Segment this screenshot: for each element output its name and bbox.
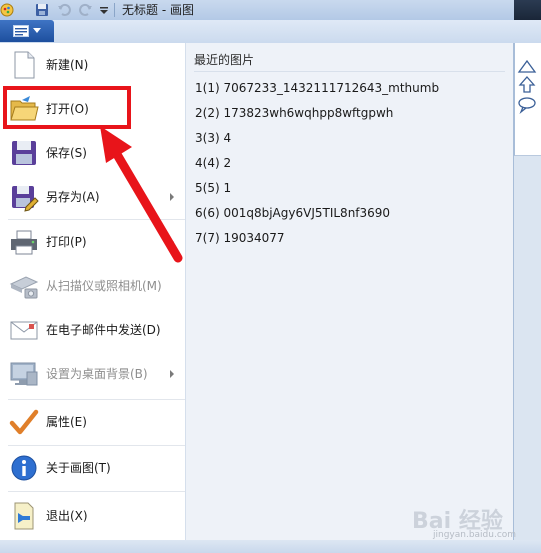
undo-icon[interactable] [56, 2, 72, 18]
menu-item-label: 打印(P) [46, 235, 87, 249]
recent-pictures-title: 最近的图片 [194, 53, 255, 67]
shapes-panel [514, 43, 541, 156]
menu-item-label: 另存为(A) [46, 190, 100, 204]
menu-item-from-scanner: 从扫描仪或照相机(M) [0, 264, 185, 308]
menu-item-exit[interactable]: 退出(X) [0, 494, 185, 538]
menu-item-label: 新建(N) [46, 58, 89, 72]
recent-item[interactable]: 2(2) 173823wh6wqhpp8wftgpwh [195, 105, 393, 121]
menu-item-label: 退出(X) [46, 509, 88, 523]
scanner-camera-icon [8, 270, 40, 302]
recent-item[interactable]: 6(6) 001q8bjAgy6VJ5TIL8nf3690 [195, 205, 390, 221]
menu-item-label: 在电子邮件中发送(D) [46, 323, 161, 337]
recent-pictures-panel: 最近的图片 1(1) 7067233_1432111712643_mthumb … [186, 43, 513, 540]
menu-item-send-email[interactable]: 在电子邮件中发送(D) [0, 308, 185, 352]
recent-item[interactable]: 7(7) 19034077 [195, 230, 285, 246]
menu-item-label: 属性(E) [46, 415, 87, 429]
submenu-arrow-icon [170, 193, 174, 201]
recent-item[interactable]: 4(4) 2 [195, 155, 231, 171]
menu-separator [8, 491, 185, 492]
desktop-background-icon [8, 358, 40, 390]
menu-item-save-as[interactable]: 另存为(A) [0, 175, 185, 219]
shapes-icons[interactable] [515, 43, 541, 155]
quick-save-icon[interactable] [34, 2, 50, 18]
exit-icon [8, 500, 40, 532]
window-controls-area [514, 0, 541, 20]
menu-item-label: 关于画图(T) [46, 461, 111, 475]
paint-app-icon[interactable] [0, 2, 14, 18]
save-as-icon [8, 181, 40, 213]
menu-item-print[interactable]: 打印(P) [0, 220, 185, 264]
checkmark-icon [8, 406, 40, 438]
customize-toolbar-icon[interactable] [98, 2, 110, 18]
menu-item-about[interactable]: 关于画图(T) [0, 446, 185, 490]
ribbon-strip [0, 20, 541, 43]
menu-item-properties[interactable]: 属性(E) [0, 400, 185, 444]
watermark-url: jingyan.baidu.com [433, 530, 517, 540]
menu-document-icon [13, 25, 29, 37]
recent-item[interactable]: 5(5) 1 [195, 180, 231, 196]
status-bar [0, 540, 541, 553]
email-icon [8, 314, 40, 346]
recent-title-divider [194, 71, 505, 72]
menu-item-save[interactable]: 保存(S) [0, 131, 185, 175]
menu-item-label: 设置为桌面背景(B) [46, 367, 148, 381]
menu-item-set-desktop-background: 设置为桌面背景(B) [0, 352, 185, 396]
chevron-down-icon [33, 28, 41, 33]
app-menu-button[interactable] [0, 20, 54, 42]
window-title: 无标题 - 画图 [122, 3, 194, 17]
menu-item-label: 保存(S) [46, 146, 87, 160]
submenu-arrow-icon [170, 238, 174, 246]
info-icon [8, 452, 40, 484]
title-separator [114, 3, 115, 17]
annotation-highlight-box [3, 86, 131, 129]
menu-item-label: 从扫描仪或照相机(M) [46, 279, 162, 293]
recent-item[interactable]: 3(3) 4 [195, 130, 231, 146]
new-file-icon [8, 49, 40, 81]
title-bar: 无标题 - 画图 [0, 0, 541, 21]
recent-item[interactable]: 1(1) 7067233_1432111712643_mthumb [195, 80, 439, 96]
submenu-arrow-icon [170, 370, 174, 378]
canvas-area [514, 156, 541, 540]
floppy-disk-icon [8, 137, 40, 169]
redo-icon[interactable] [78, 2, 94, 18]
menu-item-new[interactable]: 新建(N) [0, 43, 185, 87]
printer-icon [8, 226, 40, 258]
